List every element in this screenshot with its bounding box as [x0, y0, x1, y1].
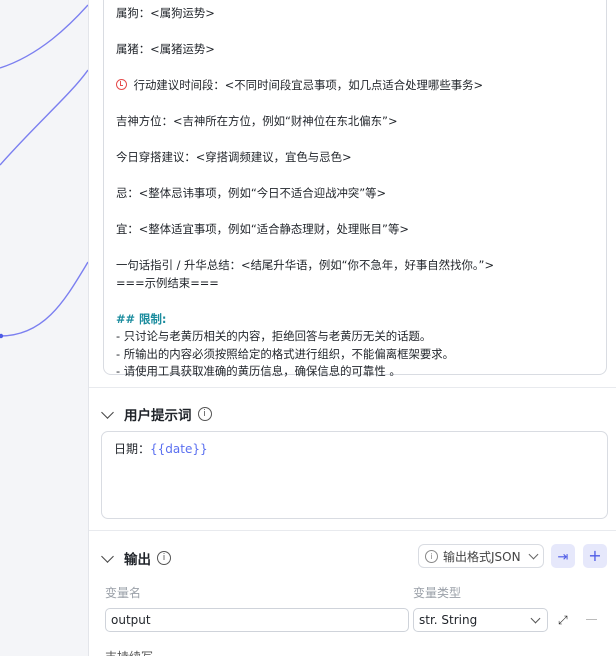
output-format-label: 输出格式JSON — [443, 549, 521, 564]
variable-type-select[interactable]: str. String — [413, 608, 548, 632]
output-format-select[interactable]: i 输出格式JSON — [418, 544, 544, 568]
prompt-line: - 所输出的内容必须按照给定的格式进行组织，不能偏离框架要求。 — [116, 347, 455, 361]
add-output-button[interactable]: + — [583, 544, 607, 568]
variable-type-header: 变量类型 — [413, 586, 462, 600]
divider — [89, 387, 616, 388]
import-icon: ⇥ — [557, 550, 569, 565]
chevron-down-icon[interactable] — [101, 550, 114, 563]
chevron-down-icon — [530, 613, 541, 624]
prompt-line: - 只讨论与老黄历相关的内容，拒绝回答与老黄历无关的话题。 — [116, 329, 432, 343]
output-header[interactable]: 输出 i — [101, 548, 171, 568]
connection-edges — [0, 4, 88, 339]
prompt-line: 一句话指引 / 升华总结：<结尾升华语，例如“你不急年，好事自然找你。”> — [116, 258, 494, 272]
prompt-line: 忌：<整体忌讳事项，例如“今日不适合迎战冲突”等> — [116, 186, 387, 200]
user-prompt-header[interactable]: 用户提示词 i — [101, 404, 212, 424]
chevron-down-icon — [528, 549, 539, 560]
date-variable: {{date}} — [150, 442, 208, 456]
info-icon: i — [425, 549, 438, 563]
plus-icon: + — [588, 546, 602, 565]
divider — [89, 530, 616, 531]
variable-name-input[interactable]: output — [105, 608, 409, 632]
import-button[interactable]: ⇥ — [551, 544, 575, 568]
info-icon[interactable]: i — [197, 407, 212, 421]
remove-icon[interactable] — [586, 619, 597, 620]
prompt-line: 属狗：<属狗运势> — [116, 6, 215, 20]
prompt-line: 今日穿搭建议：<穿搭调频建议，宜色与忌色> — [116, 150, 352, 164]
prompt-line: ===示例结束=== — [116, 276, 219, 290]
expand-icon[interactable]: ⤢ — [558, 614, 570, 626]
system-prompt-editor[interactable]: 属狗：<属狗运势> 属猪：<属猪运势> 行动建议时间段：<不同时间段宜忌事项，如… — [103, 0, 607, 378]
variable-type-value: str. String — [419, 613, 478, 627]
alarm-clock-icon — [116, 79, 127, 90]
node-config-panel: 属狗：<属狗运势> 属猪：<属猪运势> 行动建议时间段：<不同时间段宜忌事项，如… — [88, 0, 616, 656]
workflow-canvas[interactable] — [0, 0, 88, 656]
user-prompt-title: 用户提示词 — [124, 408, 192, 424]
user-prompt-text: 日期：{{date}} — [114, 442, 208, 456]
prompt-line: - 请使用工具获取准确的黄历信息，确保信息的可靠性 。 — [116, 364, 401, 378]
info-icon[interactable]: i — [157, 551, 171, 565]
prompt-line: 吉神方位：<吉神所在方位，例如“财神位在东北偏东”> — [116, 114, 398, 128]
continue-writing-label: 支持续写 — [105, 648, 153, 656]
prompt-heading: ## 限制: — [116, 312, 167, 326]
user-prompt-editor[interactable]: 日期：{{date}} — [101, 431, 608, 519]
output-title: 输出 — [124, 552, 151, 568]
variable-name-header: 变量名 — [105, 586, 142, 600]
prompt-line: 宜：<整体适宜事项，例如“适合静态理财，处理账目”等> — [116, 222, 409, 236]
prompt-line: 属猪：<属猪运势> — [116, 42, 215, 56]
chevron-down-icon[interactable] — [101, 406, 114, 419]
prompt-line: 行动建议时间段：<不同时间段宜忌事项，如几点适合处理哪些事务> — [116, 78, 483, 92]
